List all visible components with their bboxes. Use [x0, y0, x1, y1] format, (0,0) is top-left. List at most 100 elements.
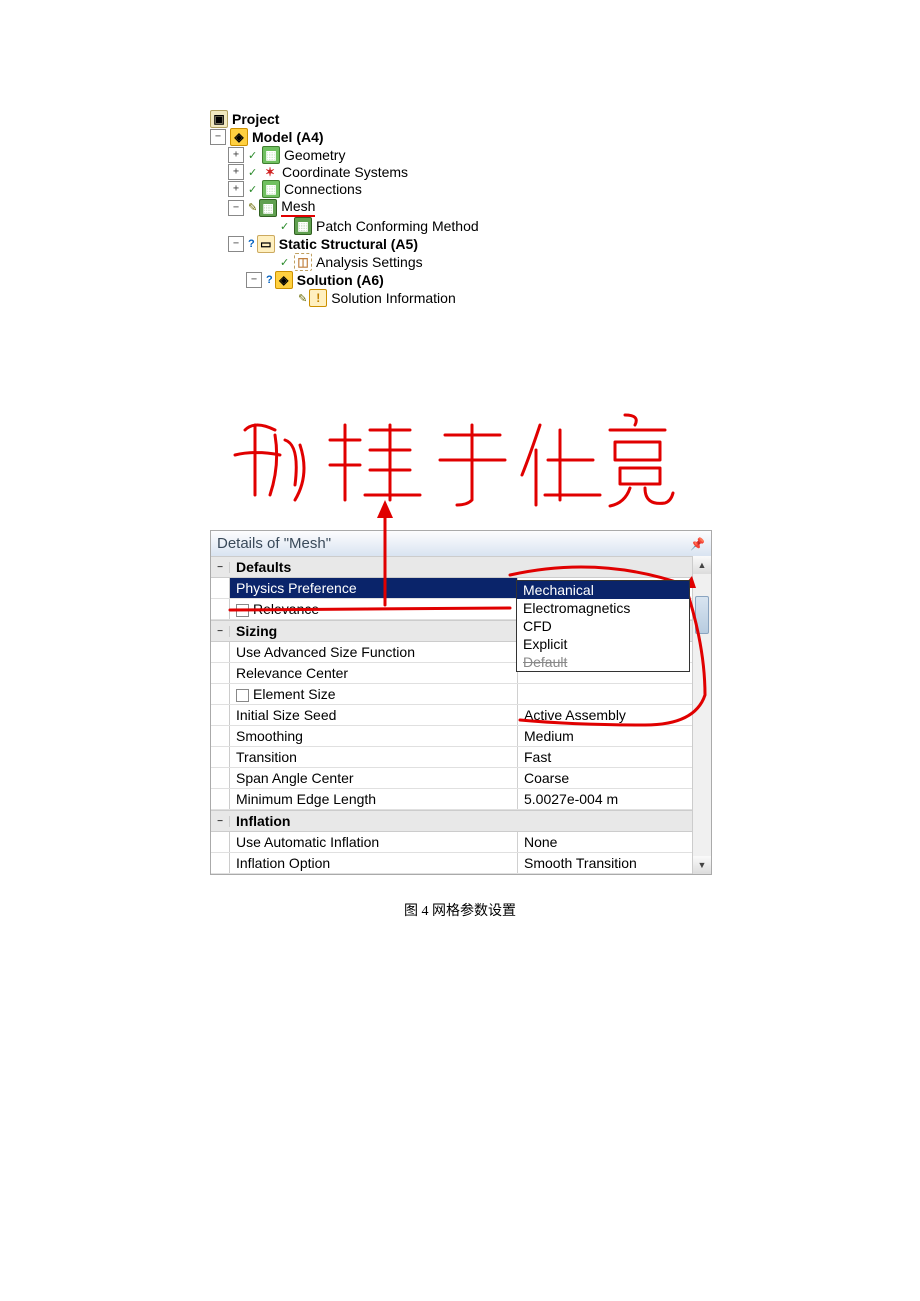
tree-item-static-structural[interactable]: − ? ▭ Static Structural (A5) — [228, 235, 710, 253]
tree-item-solution-info[interactable]: ✎ ! Solution Information — [282, 289, 710, 307]
mesh-icon: ▦ — [259, 199, 277, 217]
scroll-thumb[interactable] — [695, 596, 709, 634]
collapse-icon[interactable]: − — [228, 200, 244, 216]
prop-value[interactable]: Fast — [518, 747, 711, 767]
tree-item-geometry[interactable]: + ✓ ▦ Geometry — [228, 146, 710, 164]
collapse-icon[interactable]: − — [211, 816, 230, 827]
collapse-icon[interactable]: − — [211, 562, 230, 573]
figure-caption: 图 4 网格参数设置 — [210, 900, 710, 920]
prop-name: Physics Preference — [230, 578, 518, 598]
coordinate-icon: ✶ — [262, 164, 278, 180]
row-transition[interactable]: Transition Fast — [211, 747, 711, 768]
group-gutter — [211, 578, 230, 598]
row-auto-inflation[interactable]: Use Automatic Inflation None — [211, 832, 711, 853]
collapse-icon[interactable]: − — [210, 129, 226, 145]
prop-name: Span Angle Center — [230, 768, 518, 788]
prop-name: Inflation Option — [230, 853, 518, 873]
tree-label: Geometry — [284, 147, 345, 163]
collapse-icon[interactable]: − — [246, 272, 262, 288]
tree-label: Static Structural (A5) — [279, 236, 418, 252]
option-electromagnetics[interactable]: Electromagnetics — [517, 599, 689, 617]
prop-value[interactable]: 5.0027e-004 m — [518, 789, 711, 809]
prop-value[interactable] — [518, 684, 711, 704]
option-mechanical[interactable]: Mechanical — [517, 581, 689, 599]
tree-item-mesh[interactable]: − ✎ ▦ Mesh — [228, 198, 710, 217]
prop-name: Element Size — [230, 684, 518, 704]
static-icon: ▭ — [257, 235, 275, 253]
prop-value[interactable]: None — [518, 832, 711, 852]
prop-name: Transition — [230, 747, 518, 767]
tree-item-coordinate-systems[interactable]: + ✓ ✶ Coordinate Systems — [228, 164, 710, 180]
outline-tree: ▣ Project − ◈ Model (A4) + ✓ ▦ Geometry … — [210, 110, 710, 307]
geometry-icon: ▦ — [262, 146, 280, 164]
row-span-angle-center[interactable]: Span Angle Center Coarse — [211, 768, 711, 789]
edit-icon: ✎ — [298, 292, 307, 305]
prop-name: Smoothing — [230, 726, 518, 746]
details-title-bar: Details of "Mesh" 📌 — [211, 531, 711, 556]
tree-item-model[interactable]: − ◈ Model (A4) — [210, 128, 710, 146]
tree-item-solution[interactable]: − ? ◈ Solution (A6) — [246, 271, 710, 289]
edit-icon: ✎ — [248, 201, 257, 214]
scroll-up-icon[interactable]: ▲ — [693, 556, 711, 574]
collapse-icon[interactable]: − — [228, 236, 244, 252]
prop-name: Use Automatic Inflation — [230, 832, 518, 852]
option-explicit[interactable]: Explicit — [517, 635, 689, 653]
prop-name: Initial Size Seed — [230, 705, 518, 725]
check-icon: ✓ — [248, 183, 260, 195]
scrollbar[interactable]: ▲ ▼ — [692, 556, 711, 874]
group-gutter — [211, 684, 230, 704]
info-icon: ! — [309, 289, 327, 307]
check-icon: ✓ — [248, 149, 260, 161]
group-gutter — [211, 599, 230, 619]
prop-value[interactable]: Active Assembly — [518, 705, 711, 725]
row-initial-size-seed[interactable]: Initial Size Seed Active Assembly — [211, 705, 711, 726]
question-icon: ? — [248, 238, 255, 250]
scroll-down-icon[interactable]: ▼ — [693, 856, 711, 874]
tree-item-analysis-settings[interactable]: ✓ ◫ Analysis Settings — [264, 253, 710, 271]
analysis-icon: ◫ — [294, 253, 312, 271]
row-min-edge-length[interactable]: Minimum Edge Length 5.0027e-004 m — [211, 789, 711, 810]
row-inflation-option[interactable]: Inflation Option Smooth Transition — [211, 853, 711, 874]
expand-icon[interactable]: + — [228, 147, 244, 163]
check-icon: ✓ — [248, 166, 260, 178]
checkbox-icon[interactable] — [236, 604, 249, 617]
tree-label: Solution Information — [331, 290, 456, 306]
tree-label: Connections — [284, 181, 362, 197]
check-icon: ✓ — [280, 220, 292, 232]
pin-icon[interactable]: 📌 — [690, 537, 705, 551]
group-label: Defaults — [230, 557, 711, 577]
prop-value[interactable]: Smooth Transition — [518, 853, 711, 873]
checkbox-icon[interactable] — [236, 689, 249, 702]
group-gutter — [211, 768, 230, 788]
option-cfd[interactable]: CFD — [517, 617, 689, 635]
group-defaults[interactable]: − Defaults — [211, 556, 711, 578]
expand-icon[interactable]: + — [228, 181, 244, 197]
prop-name: Use Advanced Size Function — [230, 642, 518, 662]
tree-item-patch-conforming[interactable]: ✓ ▦ Patch Conforming Method — [264, 217, 710, 235]
mesh-icon: ▦ — [294, 217, 312, 235]
group-gutter — [211, 747, 230, 767]
check-icon: ✓ — [280, 256, 292, 268]
group-inflation[interactable]: − Inflation — [211, 810, 711, 832]
expand-icon[interactable]: + — [228, 164, 244, 180]
prop-name: Minimum Edge Length — [230, 789, 518, 809]
group-gutter — [211, 789, 230, 809]
prop-name: Relevance — [230, 599, 518, 619]
group-gutter — [211, 832, 230, 852]
group-gutter — [211, 642, 230, 662]
option-default[interactable]: Default — [517, 653, 689, 671]
tree-item-project[interactable]: ▣ Project — [210, 110, 710, 128]
tree-item-connections[interactable]: + ✓ ▦ Connections — [228, 180, 710, 198]
group-gutter — [211, 663, 230, 683]
prop-value[interactable]: Coarse — [518, 768, 711, 788]
row-smoothing[interactable]: Smoothing Medium — [211, 726, 711, 747]
prop-value[interactable]: Medium — [518, 726, 711, 746]
connections-icon: ▦ — [262, 180, 280, 198]
prop-name: Relevance Center — [230, 663, 518, 683]
solution-icon: ◈ — [275, 271, 293, 289]
collapse-icon[interactable]: − — [211, 626, 230, 637]
row-element-size[interactable]: Element Size — [211, 684, 711, 705]
model-icon: ◈ — [230, 128, 248, 146]
tree-label: Model (A4) — [252, 129, 324, 145]
physics-preference-dropdown[interactable]: Mechanical Electromagnetics CFD Explicit… — [516, 580, 690, 672]
